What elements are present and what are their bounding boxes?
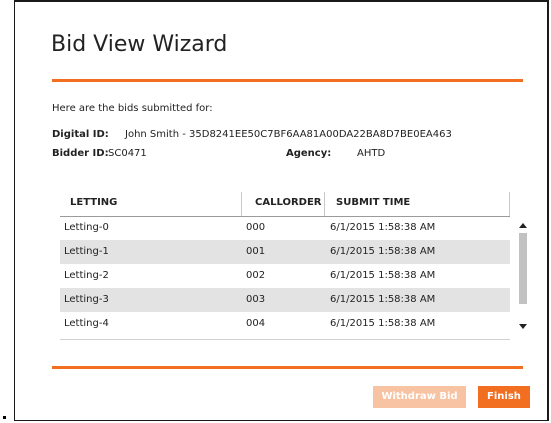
- letting-cell: Letting-1: [64, 246, 109, 257]
- submit-time-cell: 6/1/2015 1:58:38 AM: [330, 270, 436, 281]
- callorder-cell: 000: [246, 222, 266, 233]
- intro-text: Here are the bids submitted for:: [52, 103, 213, 114]
- column-header-callorder[interactable]: CALLORDER: [255, 192, 322, 216]
- submit-time-cell: 6/1/2015 1:58:38 AM: [330, 294, 436, 305]
- page-title: Bid View Wizard: [51, 32, 228, 57]
- column-separator: [509, 192, 510, 216]
- finish-button[interactable]: Finish: [478, 386, 530, 408]
- triangle-down-icon[interactable]: [519, 324, 527, 329]
- triangle-up-icon[interactable]: [519, 223, 527, 228]
- callorder-cell: 004: [246, 318, 266, 329]
- table-header: LETTING CALLORDER SUBMIT TIME: [60, 192, 510, 217]
- withdraw-bid-button[interactable]: Withdraw Bid: [373, 386, 466, 408]
- table-row[interactable]: Letting-1 001 6/1/2015 1:58:38 AM: [60, 240, 510, 264]
- letting-cell: Letting-2: [64, 270, 109, 281]
- footer-divider: [52, 366, 523, 369]
- submit-time-cell: 6/1/2015 1:58:38 AM: [330, 222, 436, 233]
- agency-label: Agency:: [286, 148, 332, 159]
- submit-time-cell: 6/1/2015 1:58:38 AM: [330, 318, 436, 329]
- column-separator: [324, 192, 325, 216]
- letting-cell: Letting-0: [64, 222, 109, 233]
- digital-id-value: John Smith - 35D8241EE50C7BF6AA81A00DA22…: [125, 129, 452, 140]
- table-scrollbar[interactable]: [518, 216, 529, 340]
- table-row[interactable]: Letting-4 004 6/1/2015 1:58:38 AM: [60, 312, 510, 336]
- table-bottom-divider: [60, 339, 510, 340]
- column-header-submit-time[interactable]: SUBMIT TIME: [336, 192, 410, 216]
- table-row[interactable]: Letting-0 000 6/1/2015 1:58:38 AM: [60, 216, 510, 240]
- letting-cell: Letting-4: [64, 318, 109, 329]
- bids-table-body: Letting-0 000 6/1/2015 1:58:38 AM Lettin…: [60, 216, 510, 341]
- callorder-cell: 001: [246, 246, 266, 257]
- bidder-id-label: Bidder ID:: [52, 148, 109, 159]
- table-row[interactable]: Letting-3 003 6/1/2015 1:58:38 AM: [60, 288, 510, 312]
- callorder-cell: 002: [246, 270, 266, 281]
- column-header-letting[interactable]: LETTING: [70, 192, 117, 216]
- column-separator: [241, 192, 242, 216]
- scrollbar-thumb[interactable]: [519, 233, 527, 304]
- corner-mark: [3, 416, 6, 419]
- digital-id-label: Digital ID:: [52, 129, 109, 140]
- bidder-id-value: SC0471: [108, 148, 147, 159]
- wizard-dialog: Bid View Wizard Here are the bids submit…: [14, 0, 549, 421]
- letting-cell: Letting-3: [64, 294, 109, 305]
- submit-time-cell: 6/1/2015 1:58:38 AM: [330, 246, 436, 257]
- callorder-cell: 003: [246, 294, 266, 305]
- header-divider: [52, 79, 523, 82]
- agency-value: AHTD: [357, 148, 386, 159]
- table-row[interactable]: Letting-2 002 6/1/2015 1:58:38 AM: [60, 264, 510, 288]
